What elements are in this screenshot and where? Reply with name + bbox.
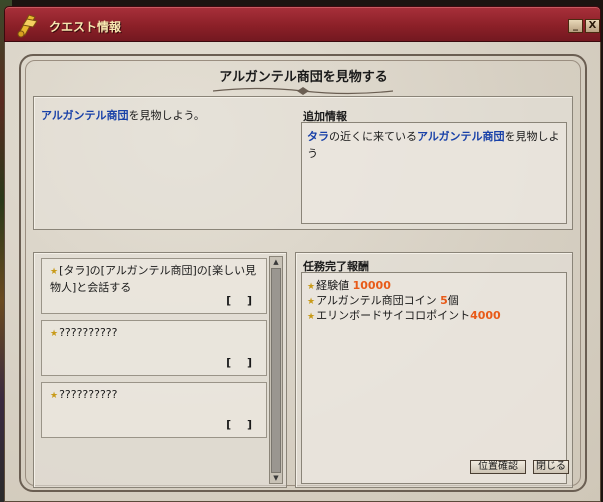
objectives-scrollbar[interactable]: ▲ ▼	[269, 256, 283, 484]
close-window-button[interactable]: X	[585, 19, 600, 33]
reward-value: 5	[440, 294, 448, 307]
objective-status: [ ]	[226, 418, 258, 431]
objective-item[interactable]: ★?????????? [ ]	[41, 320, 267, 376]
reward-name: アルガンテル商団コイン	[316, 294, 437, 307]
description-rest: を見物しよう。	[128, 109, 205, 122]
star-icon: ★	[307, 312, 316, 322]
close-button[interactable]: 閉じる	[533, 460, 569, 474]
objective-text: ??????????	[59, 326, 118, 339]
quest-description: アルガンテル商団を見物しよう。	[41, 108, 291, 123]
scroll-up-icon[interactable]: ▲	[270, 257, 282, 267]
objective-text: [タラ]の[アルガンテル商団]の[楽しい見物人]と会話する	[50, 264, 257, 294]
window-titlebar[interactable]: クエスト情報 _ X	[4, 6, 601, 42]
title-ornament	[213, 87, 393, 95]
objective-item[interactable]: ★?????????? [ ]	[41, 382, 267, 438]
reward-value: 10000	[352, 279, 391, 292]
star-icon: ★	[50, 267, 59, 277]
minimize-button[interactable]: _	[568, 19, 583, 33]
extra-info-text: タラの近くに来ているアルガンテル商団を見物しよう	[307, 130, 560, 160]
scroll-down-icon[interactable]: ▼	[270, 473, 282, 483]
extra-target: アルガンテル商団	[417, 130, 505, 143]
star-icon: ★	[307, 282, 316, 292]
reward-unit: 個	[447, 294, 459, 307]
star-icon: ★	[50, 391, 59, 401]
objective-status: [ ]	[226, 356, 258, 369]
quest-title: アルガンテル商団を見物する	[219, 70, 388, 85]
objective-item[interactable]: ★[タラ]の[アルガンテル商団]の[楽しい見物人]と会話する [ ]	[41, 258, 267, 314]
reward-name: 経験値	[316, 279, 350, 292]
scroll-icon	[17, 14, 38, 38]
description-highlight: アルガンテル商団	[41, 109, 129, 122]
extra-location: タラ	[307, 130, 329, 143]
reward-item: ★エリンボードサイコロポイント4000	[307, 308, 501, 325]
location-check-button[interactable]: 位置確認	[470, 460, 526, 474]
objective-status: [ ]	[226, 294, 258, 307]
scroll-thumb[interactable]	[271, 268, 281, 473]
star-icon: ★	[50, 329, 59, 339]
window-title: クエスト情報	[49, 20, 122, 34]
quest-window: アルガンテル商団を見物する アルガンテル商団を見物しよう。 追加情報 タラの近く…	[4, 42, 601, 502]
objective-text: ??????????	[59, 388, 118, 401]
reward-value: 4000	[470, 309, 501, 322]
reward-name: エリンボードサイコロポイント	[316, 309, 471, 322]
star-icon: ★	[307, 297, 316, 307]
